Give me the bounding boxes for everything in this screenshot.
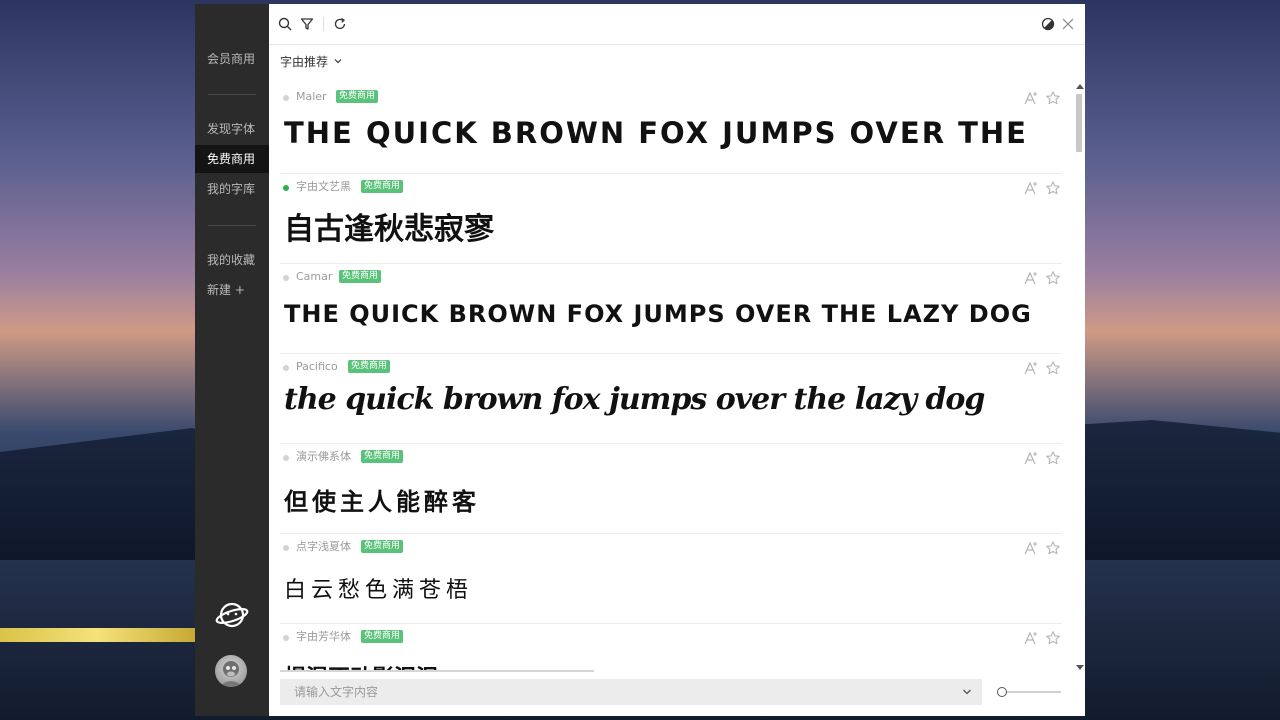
font-sample: 榻湿不动影泥泥	[284, 660, 1036, 670]
scroll-down-arrow[interactable]	[1076, 665, 1084, 670]
star-icon[interactable]	[1045, 630, 1061, 646]
free-commercial-badge: 免费商用	[361, 540, 404, 553]
horizontal-scrollbar[interactable]	[280, 670, 594, 672]
font-item[interactable]: 字由文艺黑 免费商用 自古逢秋悲寂寥	[280, 174, 1062, 264]
preview-text-input[interactable]: 请输入文字内容	[280, 679, 982, 705]
star-icon[interactable]	[1045, 180, 1061, 196]
chevron-down-icon[interactable]	[962, 688, 972, 696]
status-dot	[283, 365, 289, 371]
font-preview-icon[interactable]	[1023, 630, 1039, 646]
font-sample: 自古逢秋悲寂寥	[284, 212, 494, 247]
dropdown-label: 字由推荐	[280, 54, 329, 69]
font-size-slider[interactable]	[997, 687, 1061, 697]
font-item[interactable]: Camar 免费商用 THE QUICK BROWN FOX JUMPS OVE…	[280, 264, 1062, 354]
sidebar-item-my-library[interactable]: 我的字库	[195, 175, 269, 203]
chevron-down-icon	[334, 59, 342, 64]
font-sample: the quick brown fox jumps over the lazy …	[284, 382, 985, 417]
font-list: Maler 免费商用 THE QUICK BROWN FOX JUMPS OVE…	[280, 84, 1062, 670]
font-name: 演示佛系体	[296, 450, 351, 463]
font-name: 点字浅夏体	[296, 540, 351, 553]
theme-icon[interactable]	[1041, 17, 1055, 31]
filter-icon[interactable]	[300, 17, 314, 31]
font-preview-icon[interactable]	[1023, 270, 1039, 286]
font-item[interactable]: 字由芳华体 免费商用 榻湿不动影泥泥	[280, 624, 1062, 670]
wallpaper-light-strip	[0, 628, 195, 642]
font-name: Pacifico	[296, 360, 338, 373]
font-preview-icon[interactable]	[1023, 180, 1039, 196]
refresh-icon[interactable]	[333, 17, 347, 31]
sidebar: 会员商用 发现字体 免费商用 我的字库 我的收藏 新建 +	[195, 4, 269, 716]
font-preview-icon[interactable]	[1023, 450, 1039, 466]
planet-icon[interactable]	[215, 598, 249, 632]
star-icon[interactable]	[1045, 270, 1061, 286]
free-commercial-badge: 免费商用	[336, 90, 379, 103]
free-commercial-badge: 免费商用	[348, 360, 391, 373]
close-icon[interactable]	[1061, 17, 1075, 31]
toolbar-separator	[323, 17, 324, 31]
sidebar-divider	[208, 225, 256, 226]
status-dot	[283, 545, 289, 551]
font-item[interactable]: Pacifico 免费商用 the quick brown fox jumps …	[280, 354, 1062, 444]
font-sample: 但使主人能醉客	[284, 488, 480, 516]
font-preview-icon[interactable]	[1023, 90, 1039, 106]
sidebar-item-discover[interactable]: 发现字体	[195, 115, 269, 143]
font-preview-icon[interactable]	[1023, 540, 1039, 556]
star-icon[interactable]	[1045, 450, 1061, 466]
font-preview-icon[interactable]	[1023, 360, 1039, 376]
font-item[interactable]: 点字浅夏体 免费商用 白云愁色满苍梧	[280, 534, 1062, 624]
scroll-thumb[interactable]	[1076, 94, 1082, 152]
status-dot	[283, 95, 289, 101]
scroll-up-arrow[interactable]	[1076, 84, 1084, 89]
font-sample: THE QUICK BROWN FOX JUMPS OVER THE LAZY …	[284, 116, 1036, 150]
recommend-dropdown[interactable]: 字由推荐	[280, 52, 342, 70]
slider-knob[interactable]	[997, 687, 1007, 697]
font-name: Maler	[296, 90, 327, 103]
free-commercial-badge: 免费商用	[361, 630, 404, 643]
free-commercial-badge: 免费商用	[361, 450, 404, 463]
sidebar-divider	[208, 94, 256, 95]
sidebar-item-free-commercial[interactable]: 免费商用	[195, 145, 269, 173]
font-sample: THE QUICK BROWN FOX JUMPS OVER THE LAZY …	[284, 300, 1032, 328]
main-panel: 字由推荐 Maler 免费商用 THE QUICK BROWN FOX JUMP…	[269, 4, 1085, 716]
sidebar-item-favorites[interactable]: 我的收藏	[195, 246, 269, 274]
status-dot	[283, 455, 289, 461]
font-item[interactable]: Maler 免费商用 THE QUICK BROWN FOX JUMPS OVE…	[280, 84, 1062, 174]
avatar-icon	[219, 661, 243, 687]
installed-dot	[283, 185, 289, 191]
font-name: 字由芳华体	[296, 630, 351, 643]
status-dot	[283, 275, 289, 281]
preview-text-placeholder: 请输入文字内容	[294, 685, 379, 699]
sidebar-item-new[interactable]: 新建 +	[195, 276, 269, 304]
font-sample: 白云愁色满苍梧	[284, 578, 474, 603]
sidebar-item-member-commercial[interactable]: 会员商用	[195, 45, 269, 73]
font-name: Camar	[296, 270, 333, 283]
avatar[interactable]	[215, 655, 247, 687]
search-icon[interactable]	[278, 17, 292, 31]
star-icon[interactable]	[1045, 90, 1061, 106]
toolbar	[269, 4, 1085, 45]
star-icon[interactable]	[1045, 360, 1061, 376]
star-icon[interactable]	[1045, 540, 1061, 556]
free-commercial-badge: 免费商用	[339, 270, 382, 283]
vertical-scrollbar[interactable]	[1074, 84, 1084, 670]
status-dot	[283, 635, 289, 641]
font-name: 字由文艺黑	[296, 180, 351, 193]
free-commercial-badge: 免费商用	[361, 180, 404, 193]
font-item[interactable]: 演示佛系体 免费商用 但使主人能醉客	[280, 444, 1062, 534]
